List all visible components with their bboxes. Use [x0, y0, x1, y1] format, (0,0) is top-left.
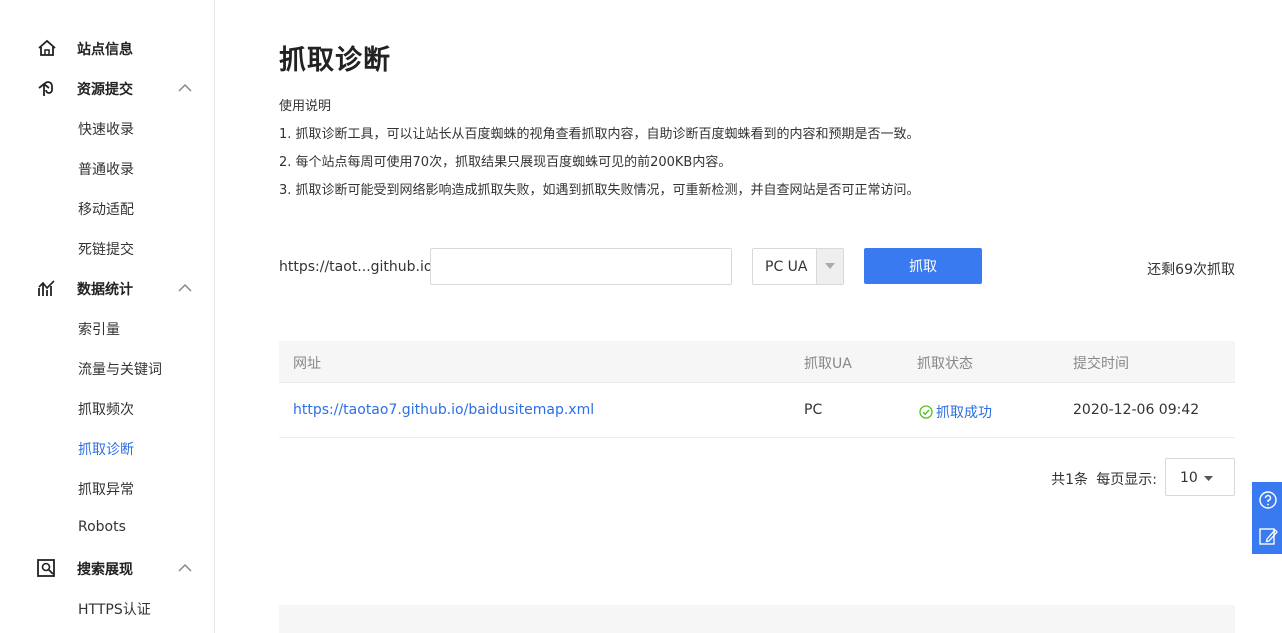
help-button[interactable]: [1252, 482, 1282, 518]
stats-icon: [38, 280, 55, 296]
ua-select[interactable]: PC UA: [752, 248, 844, 285]
instruction-line: 3. 抓取诊断可能受到网络影响造成抓取失败，如遇到抓取失败情况，可重新检测，并自…: [279, 183, 920, 198]
row-ua: PC: [804, 402, 823, 418]
page-title: 抓取诊断: [279, 45, 391, 76]
sidebar-item-crawl-frequency[interactable]: 抓取频次: [0, 388, 214, 428]
column-header-status: 抓取状态: [917, 356, 973, 372]
sidebar-item-mobile-adapt[interactable]: 移动适配: [0, 188, 214, 228]
crawl-result-panel: [279, 605, 1235, 633]
sidebar-group-label: 数据统计: [77, 282, 133, 298]
sidebar-item-label: 索引量: [78, 322, 120, 338]
sidebar-item-label: 死链提交: [78, 242, 134, 258]
per-page-select[interactable]: 10: [1165, 458, 1235, 496]
ua-select-arrow[interactable]: [816, 249, 843, 284]
column-header-time: 提交时间: [1073, 356, 1129, 372]
sidebar-item-crawl-diagnosis[interactable]: 抓取诊断: [0, 428, 214, 468]
caret-down-icon: [1204, 476, 1213, 481]
sidebar-group-label: 站点信息: [77, 42, 133, 58]
floating-toolbar: [1252, 482, 1282, 554]
sidebar-item-label: 流量与关键词: [78, 362, 162, 378]
column-header-ua: 抓取UA: [804, 356, 852, 372]
sidebar-item-robots[interactable]: Robots: [0, 508, 214, 548]
sidebar-item-fast-index[interactable]: 快速收录: [0, 108, 214, 148]
sidebar-group-label: 搜索展现: [77, 562, 133, 578]
help-icon: [1259, 491, 1277, 509]
sidebar-item-normal-index[interactable]: 普通收录: [0, 148, 214, 188]
column-header-url: 网址: [293, 356, 321, 372]
sidebar-item-label: 移动适配: [78, 202, 134, 218]
instructions-heading: 使用说明: [279, 99, 332, 114]
sidebar-item-label: HTTPS认证: [78, 602, 151, 618]
main-content: 抓取诊断 使用说明 1. 抓取诊断工具，可以让站长从百度蜘蛛的视角查看抓取内容，…: [279, 0, 1235, 633]
table-row: https://taotao7.github.io/baidusitemap.x…: [279, 383, 1235, 438]
submit-icon: [38, 81, 53, 96]
url-prefix: https://taot...github.io/: [279, 259, 438, 275]
chevron-up-icon: [178, 83, 192, 92]
success-check-icon: [919, 405, 933, 419]
home-icon: [38, 39, 56, 56]
sidebar-group-search-display[interactable]: 搜索展现: [0, 548, 214, 588]
sidebar-group-resource-submit[interactable]: 资源提交: [0, 68, 214, 108]
remaining-count: 还剩69次抓取: [1147, 262, 1235, 278]
sidebar-item-https-auth[interactable]: HTTPS认证: [0, 588, 214, 628]
instruction-line: 1. 抓取诊断工具，可以让站长从百度蜘蛛的视角查看抓取内容，自助诊断百度蜘蛛看到…: [279, 127, 920, 142]
search-display-icon: [37, 559, 55, 577]
ua-select-value: PC UA: [765, 259, 808, 275]
sidebar: 站点信息 资源提交 快速收录 普通收录 移动适配 死链提交 数据统计 索引量 流…: [0, 0, 215, 633]
sidebar-item-label: 普通收录: [78, 162, 134, 178]
row-status-label: 抓取成功: [936, 405, 992, 421]
pagination: 共1条 每页显示: 10: [279, 458, 1235, 496]
sidebar-item-label: 抓取异常: [78, 482, 134, 498]
row-time: 2020-12-06 09:42: [1073, 402, 1200, 418]
fetch-button[interactable]: 抓取: [864, 248, 982, 284]
sidebar-item-crawl-errors[interactable]: 抓取异常: [0, 468, 214, 508]
feedback-button[interactable]: [1252, 518, 1282, 554]
row-status[interactable]: 抓取成功: [919, 402, 992, 422]
sidebar-item-index-count[interactable]: 索引量: [0, 308, 214, 348]
sidebar-item-label: Robots: [78, 519, 126, 535]
table-header: 网址 抓取UA 抓取状态 提交时间: [279, 341, 1235, 383]
sidebar-item-traffic-keywords[interactable]: 流量与关键词: [0, 348, 214, 388]
results-table: 网址 抓取UA 抓取状态 提交时间 https://taotao7.github…: [279, 341, 1235, 438]
sidebar-group-data-stats[interactable]: 数据统计: [0, 268, 214, 308]
instruction-line: 2. 每个站点每周可使用70次，抓取结果只展现百度蜘蛛可见的前200KB内容。: [279, 155, 732, 170]
sidebar-item-label: 快速收录: [78, 122, 134, 138]
per-page-label: 每页显示:: [1096, 472, 1157, 488]
sidebar-item-label: 抓取诊断: [78, 442, 134, 458]
chevron-up-icon: [178, 283, 192, 292]
row-url-link[interactable]: https://taotao7.github.io/baidusitemap.x…: [293, 402, 594, 418]
sidebar-item-label: 抓取频次: [78, 402, 134, 418]
caret-down-icon: [825, 263, 835, 269]
url-path-input[interactable]: [430, 248, 732, 285]
feedback-icon: [1259, 528, 1278, 545]
chevron-up-icon: [178, 563, 192, 572]
sidebar-item-deadlink-submit[interactable]: 死链提交: [0, 228, 214, 268]
per-page-value: 10: [1180, 470, 1198, 486]
sidebar-group-site-info[interactable]: 站点信息: [0, 28, 214, 68]
pagination-total: 共1条: [1051, 472, 1088, 488]
sidebar-group-label: 资源提交: [77, 82, 133, 98]
